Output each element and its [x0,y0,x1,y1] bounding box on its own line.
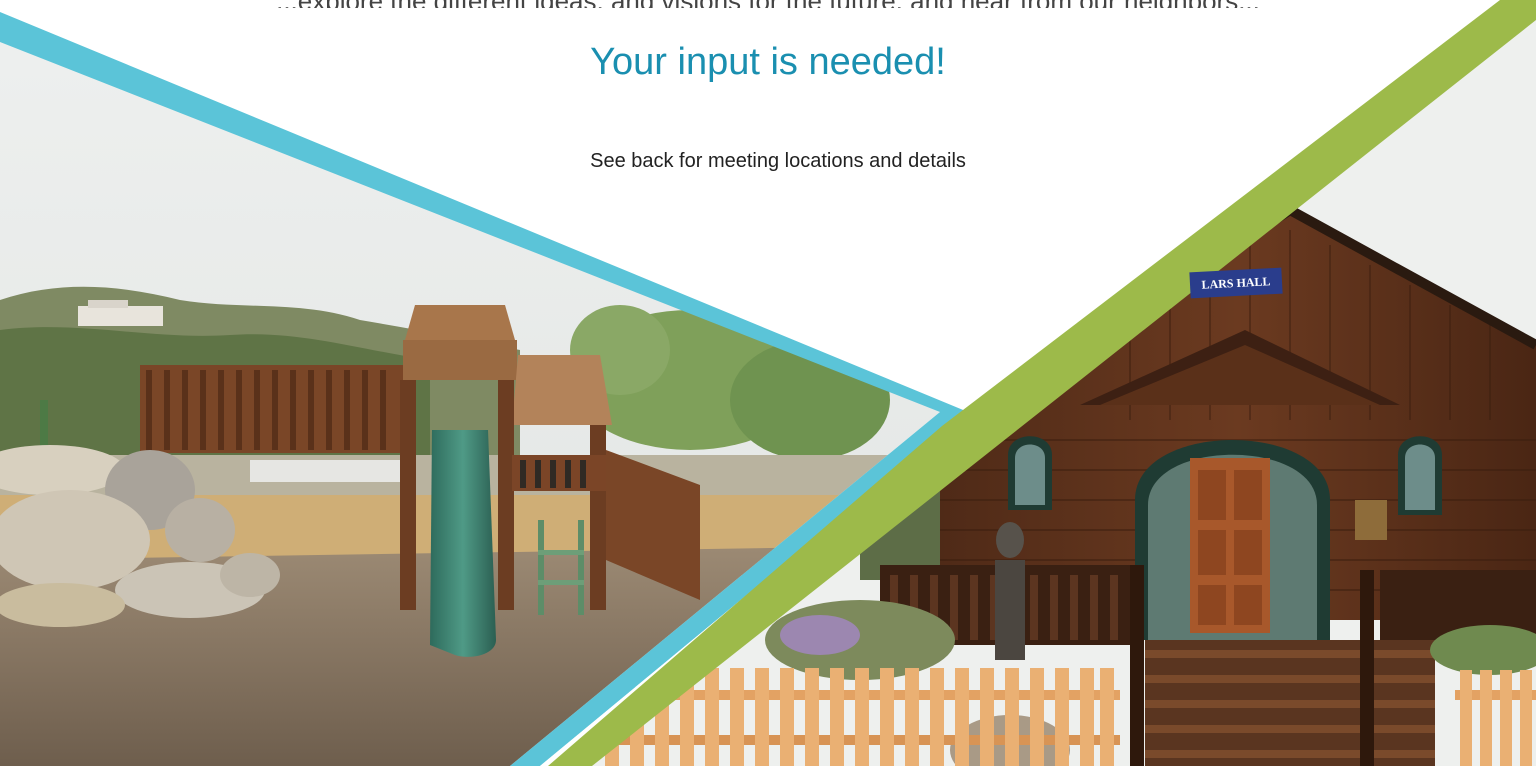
headline: Your input is needed! [590,41,946,83]
cut-off-text-line: ...explore the different ideas, and visi… [0,0,1536,8]
flyer-artwork [0,0,1536,766]
subheadline: See back for meeting locations and detai… [590,150,966,172]
hall-name-sign: LARS HALL [1189,267,1283,299]
